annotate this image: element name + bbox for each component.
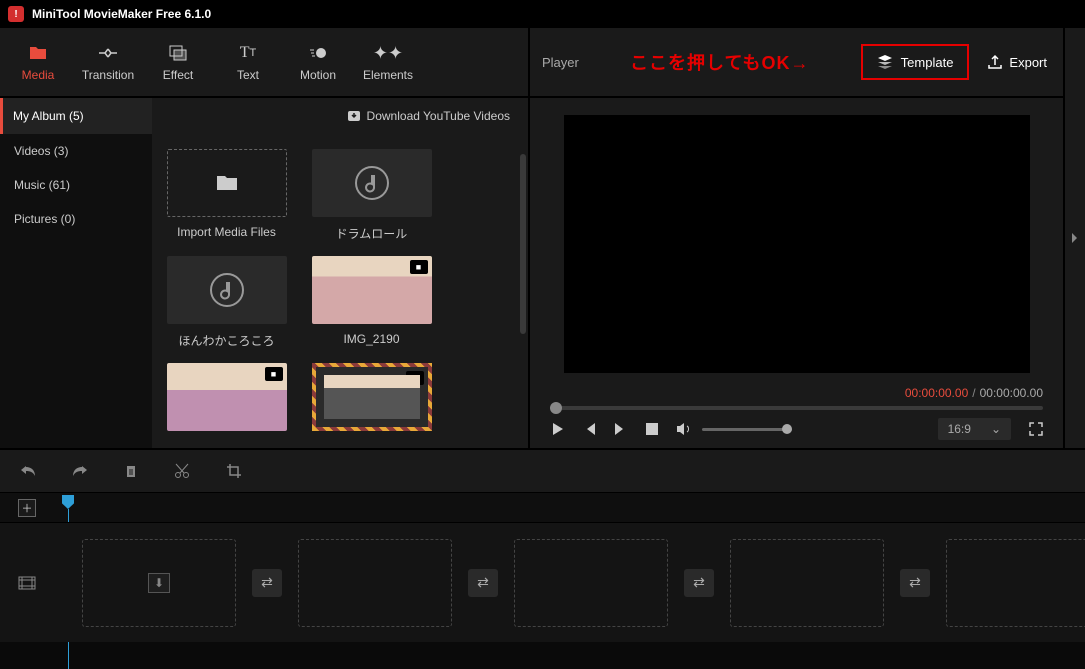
- export-icon: [987, 54, 1003, 70]
- video-track-icon: [18, 576, 36, 590]
- player-label: Player: [542, 55, 579, 70]
- video-track[interactable]: ⬇ ⇄ ⇄ ⇄ ⇄: [0, 522, 1085, 642]
- add-track-button[interactable]: ＋: [18, 499, 36, 517]
- preview-area: [530, 98, 1063, 390]
- timeline-slot[interactable]: [730, 539, 884, 627]
- time-total: 00:00:00.00: [980, 386, 1043, 400]
- undo-button[interactable]: [20, 464, 36, 478]
- album-header-label: My Album (5): [13, 109, 84, 123]
- chevron-right-icon: [1071, 232, 1079, 244]
- tab-label: Effect: [163, 68, 193, 82]
- media-item-label: ドラムロール: [336, 225, 408, 242]
- next-button[interactable]: [614, 422, 628, 436]
- transition-slot[interactable]: ⇄: [684, 569, 714, 597]
- folder-icon: [215, 173, 239, 193]
- media-header: Download YouTube Videos: [152, 98, 528, 134]
- main-toolbar: Media Transition Effect TT Text: [0, 28, 528, 98]
- tab-elements[interactable]: ✦✦ Elements: [360, 42, 416, 82]
- redo-button[interactable]: [72, 464, 88, 478]
- media-item[interactable]: ドラムロール: [309, 149, 434, 242]
- layers-icon: [877, 54, 893, 70]
- volume-button[interactable]: [676, 422, 692, 436]
- time-current: 00:00:00.00: [905, 386, 968, 400]
- media-grid: Import Media Files ドラムロール ほんわかころころ: [152, 134, 528, 448]
- template-label: Template: [901, 55, 954, 70]
- video-badge-icon: ■: [265, 367, 283, 381]
- timeline-slot[interactable]: [946, 539, 1085, 627]
- tab-label: Motion: [300, 68, 336, 82]
- motion-icon: [309, 42, 327, 64]
- drop-icon: ⬇: [148, 573, 170, 593]
- media-item[interactable]: ■: [164, 363, 289, 431]
- sidebar-item-music[interactable]: Music (61): [0, 168, 152, 202]
- tab-media[interactable]: Media: [10, 42, 66, 82]
- tab-motion[interactable]: Motion: [290, 42, 346, 82]
- prev-button[interactable]: [582, 422, 596, 436]
- app-title: MiniTool MovieMaker Free 6.1.0: [32, 7, 211, 21]
- download-icon: [347, 110, 361, 122]
- timeline-ruler[interactable]: ＋: [0, 492, 1085, 522]
- text-icon: TT: [240, 42, 257, 64]
- chevron-down-icon: ⌄: [991, 422, 1001, 436]
- timeline-slot[interactable]: [514, 539, 668, 627]
- transition-slot[interactable]: ⇄: [468, 569, 498, 597]
- tab-text[interactable]: TT Text: [220, 42, 276, 82]
- play-button[interactable]: [550, 422, 564, 436]
- scrollbar[interactable]: [520, 154, 526, 334]
- annotation-overlay: ここを押してもOK→: [593, 49, 847, 75]
- tab-label: Transition: [82, 68, 134, 82]
- tab-effect[interactable]: Effect: [150, 42, 206, 82]
- tab-transition[interactable]: Transition: [80, 42, 136, 82]
- elements-icon: ✦✦: [373, 42, 403, 64]
- media-item[interactable]: ■: [309, 363, 434, 431]
- folder-icon: [28, 42, 48, 64]
- sidebar-header-my-album[interactable]: My Album (5): [0, 98, 152, 134]
- download-youtube-label: Download YouTube Videos: [367, 109, 510, 123]
- transition-icon: [98, 42, 118, 64]
- export-label: Export: [1009, 55, 1047, 70]
- time-separator: /: [972, 386, 975, 400]
- scrub-bar[interactable]: [550, 406, 1043, 410]
- import-label: Import Media Files: [177, 225, 276, 239]
- cut-button[interactable]: [174, 463, 190, 479]
- export-button[interactable]: Export: [983, 54, 1051, 70]
- media-item[interactable]: ほんわかころころ: [164, 256, 289, 349]
- music-note-icon: [354, 165, 390, 201]
- media-item[interactable]: ■ IMG_2190: [309, 256, 434, 349]
- media-item-label: ほんわかころころ: [178, 332, 274, 349]
- sidebar-item-videos[interactable]: Videos (3): [0, 134, 152, 168]
- fullscreen-button[interactable]: [1029, 422, 1043, 436]
- transition-slot[interactable]: ⇄: [252, 569, 282, 597]
- expand-panel-button[interactable]: [1063, 28, 1085, 448]
- player-controls: 16:9 ⌄: [530, 410, 1063, 448]
- crop-button[interactable]: [226, 463, 242, 479]
- import-media-button[interactable]: Import Media Files: [164, 149, 289, 242]
- effect-icon: [169, 42, 187, 64]
- stop-button[interactable]: [646, 423, 658, 435]
- ratio-value: 16:9: [948, 422, 971, 436]
- app-logo-icon: !: [8, 6, 24, 22]
- music-note-icon: [209, 272, 245, 308]
- media-item-label: IMG_2190: [343, 332, 399, 346]
- preview-screen[interactable]: [564, 115, 1030, 373]
- delete-button[interactable]: [124, 463, 138, 479]
- timeline-toolbar: [0, 448, 1085, 492]
- template-button[interactable]: Template: [861, 44, 970, 80]
- tab-label: Media: [22, 68, 55, 82]
- volume-slider[interactable]: [702, 428, 792, 431]
- timeline-slot[interactable]: ⬇: [82, 539, 236, 627]
- title-bar: ! MiniTool MovieMaker Free 6.1.0: [0, 0, 1085, 28]
- sidebar-item-pictures[interactable]: Pictures (0): [0, 202, 152, 236]
- download-youtube-button[interactable]: Download YouTube Videos: [347, 109, 510, 123]
- media-sidebar: Videos (3) Music (61) Pictures (0): [0, 134, 152, 448]
- player-header: Player ここを押してもOK→ Template Export: [530, 28, 1063, 98]
- transition-slot[interactable]: ⇄: [900, 569, 930, 597]
- timeline-slot[interactable]: [298, 539, 452, 627]
- tab-label: Text: [237, 68, 259, 82]
- tab-label: Elements: [363, 68, 413, 82]
- video-badge-icon: ■: [410, 260, 428, 274]
- video-badge-icon: ■: [406, 371, 424, 385]
- aspect-ratio-select[interactable]: 16:9 ⌄: [938, 418, 1011, 440]
